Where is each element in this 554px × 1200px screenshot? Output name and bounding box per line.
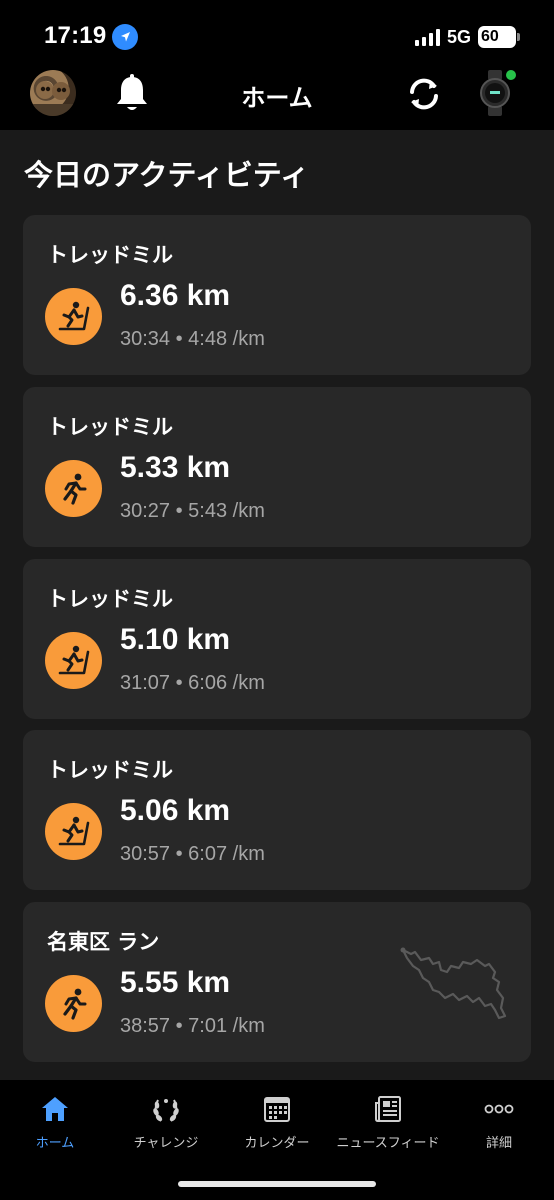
activity-card[interactable]: 名東区 ラン 5.55 km 38:57 • 7:01 /km [23,902,531,1062]
activity-time-pace: 30:57 • 6:07 /km [120,843,265,865]
activity-card[interactable]: トレッドミル 5.33 km 30:27 • 5:43 /km [23,387,531,547]
activity-title: トレッドミル [47,758,173,782]
battery-level: 60 [481,28,499,45]
route-map-icon [400,947,507,1020]
app-header: ホーム [0,62,554,130]
running-icon [62,473,86,505]
battery-icon: 60 [478,26,520,48]
home-icon [42,1097,68,1121]
activity-type-badge [45,632,102,689]
activity-title: トレッドミル [47,587,173,611]
activity-card[interactable]: トレッドミル 6.36 km 30:34 • 4:48 /km [23,215,531,375]
treadmill-icon [58,645,89,674]
watch-connected-indicator [506,70,516,80]
activity-distance: 6.36 km [120,279,231,312]
activity-title: トレッドミル [47,415,173,439]
activity-distance: 5.33 km [120,451,231,484]
status-bar: 17:19 5G 60 [0,0,554,62]
status-indicators: 5G 60 [414,25,520,49]
activity-card[interactable]: トレッドミル 5.06 km 30:57 • 6:07 /km [23,730,531,890]
treadmill-icon [58,816,89,845]
activity-time-pace: 38:57 • 7:01 /km [120,1015,265,1037]
more-icon [484,1104,514,1114]
sync-icon[interactable] [404,74,444,114]
tab-label: カレンダー [244,1136,310,1151]
tab-challenges[interactable]: チャレンジ [111,1094,221,1151]
activity-distance: 5.06 km [120,794,231,827]
activity-title: トレッドミル [47,243,173,267]
laurel-icon [153,1099,179,1122]
page-title: ホーム [241,84,313,112]
activity-type-badge [45,288,102,345]
activity-title: 名東区 ラン [47,930,160,954]
activity-time-pace: 30:27 • 5:43 /km [120,500,265,522]
running-icon [62,988,86,1020]
tab-label: ニュースフィード [336,1136,440,1151]
signal-icon [414,28,440,46]
tab-label: チャレンジ [133,1136,199,1151]
tab-label: 詳細 [485,1136,512,1151]
network-type: 5G [446,26,471,47]
tab-home[interactable]: ホーム [0,1094,110,1151]
activity-card[interactable]: トレッドミル 5.10 km 31:07 • 6:06 /km [23,559,531,719]
tab-label: ホーム [35,1136,75,1151]
section-title: 今日のアクティビティ [24,158,310,192]
app-root: 17:19 5G 60 ホーム 今日のアクティビティ トレッドミル 6.36 k… [0,0,554,1200]
tab-calendar[interactable]: カレンダー [222,1094,332,1151]
location-arrow-icon [112,24,138,50]
activity-time-pace: 31:07 • 6:06 /km [120,672,265,694]
calendar-icon [264,1097,290,1122]
activity-distance: 5.10 km [120,623,231,656]
treadmill-icon [58,301,89,330]
home-indicator[interactable] [178,1181,376,1187]
activity-distance: 5.55 km [120,966,231,999]
tab-newsfeed[interactable]: ニュースフィード [333,1094,443,1151]
activity-type-badge [45,975,102,1032]
tab-more[interactable]: 詳細 [444,1094,554,1151]
status-time: 17:19 [44,22,107,49]
activity-time-pace: 30:34 • 4:48 /km [120,328,265,350]
activity-type-badge [45,460,102,517]
newsfeed-icon [375,1096,401,1122]
activity-type-badge [45,803,102,860]
